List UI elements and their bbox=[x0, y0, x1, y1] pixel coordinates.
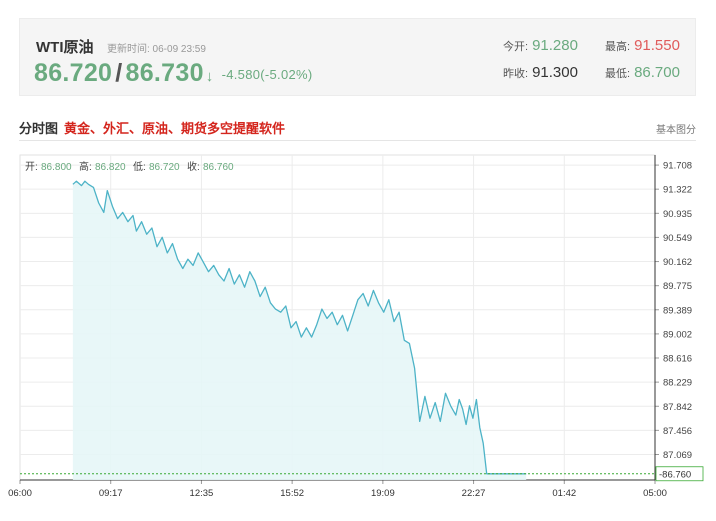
intraday-chart: 91.708 91.322 90.935 90.549 90.162 89.775 89.3… bbox=[8, 154, 704, 499]
current-price-label: -86.760 bbox=[659, 469, 691, 480]
x-tick-label: 09:17 bbox=[99, 488, 123, 499]
x-tick-label: 06:00 bbox=[8, 488, 32, 499]
y-tick-label: 89.002 bbox=[663, 329, 692, 340]
ohlc-value: 86.820 bbox=[95, 162, 126, 173]
y-tick-label: 90.162 bbox=[663, 257, 692, 268]
x-tick-label: 22:27 bbox=[462, 488, 486, 499]
y-tick-label: 87.456 bbox=[663, 426, 692, 437]
ohlc-label: 低: bbox=[133, 160, 146, 173]
y-tick-label: 89.775 bbox=[663, 281, 692, 292]
ohlc-label: 高: bbox=[79, 160, 92, 173]
x-tick-label: 19:09 bbox=[371, 488, 395, 499]
ohlc-label: 收: bbox=[187, 160, 200, 173]
y-tick-label: 87.842 bbox=[663, 402, 692, 413]
x-tick-label: 05:00 bbox=[643, 488, 667, 499]
y-tick-label: 91.708 bbox=[663, 161, 692, 172]
y-tick-label: 89.389 bbox=[663, 305, 692, 316]
ohlc-label: 开: bbox=[25, 162, 38, 173]
x-tick-label: 15:52 bbox=[280, 488, 304, 499]
ohlc-value: 86.800 bbox=[41, 162, 72, 173]
y-tick-label: 90.935 bbox=[663, 209, 692, 220]
y-tick-label: 91.322 bbox=[663, 185, 692, 196]
ohlc-value: 86.760 bbox=[203, 162, 234, 173]
ohlc-value: 86.720 bbox=[149, 162, 180, 173]
y-tick-label: 88.229 bbox=[663, 378, 692, 389]
y-tick-label: 87.069 bbox=[663, 450, 692, 461]
x-tick-label: 12:35 bbox=[190, 488, 214, 499]
y-tick-label: 90.549 bbox=[663, 233, 692, 244]
y-tick-label: 88.616 bbox=[663, 353, 692, 364]
x-tick-label: 01:42 bbox=[552, 488, 576, 499]
